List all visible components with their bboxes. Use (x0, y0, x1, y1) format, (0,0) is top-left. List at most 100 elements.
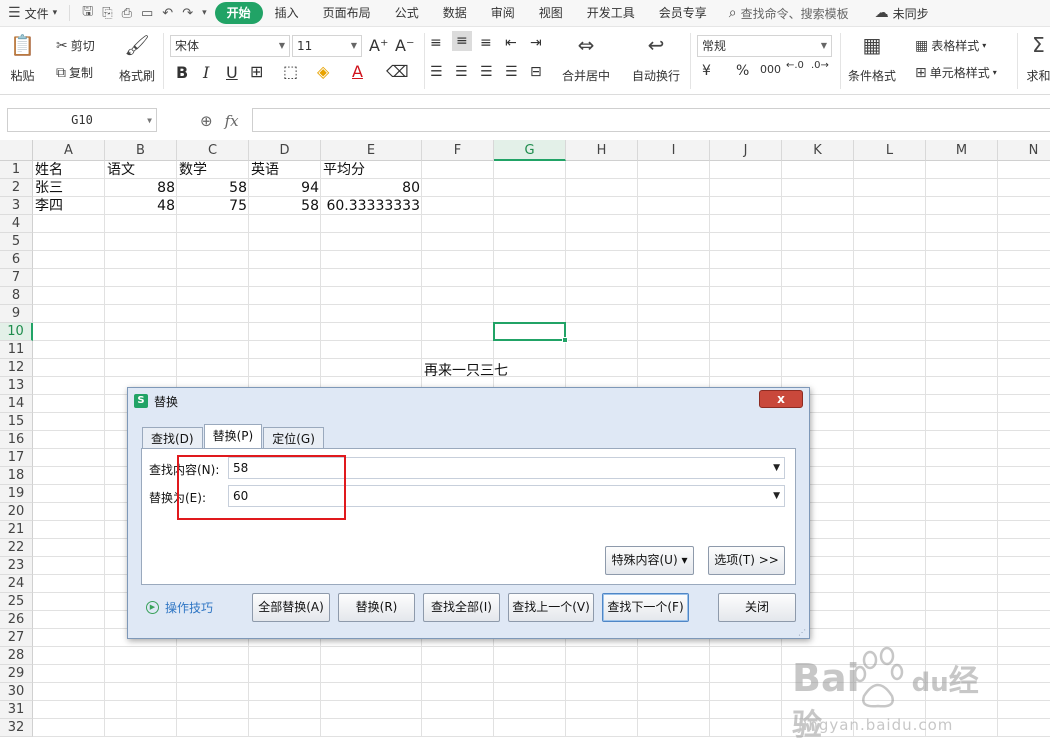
column-header-f[interactable]: F (422, 140, 494, 161)
row-header-2[interactable]: 2 (0, 179, 33, 197)
row-header-7[interactable]: 7 (0, 269, 33, 287)
align-center-icon[interactable]: ☰ (455, 64, 468, 80)
column-header-c[interactable]: C (177, 140, 249, 161)
row-header-24[interactable]: 24 (0, 575, 33, 593)
select-all-corner[interactable] (0, 140, 33, 161)
row-header-8[interactable]: 8 (0, 287, 33, 305)
special-content-button[interactable]: 特殊内容(U) ▾ (605, 546, 694, 575)
redo-icon[interactable]: ↷ (182, 6, 193, 21)
cell-style-button[interactable]: ⊞ 单元格样式 ▾ (915, 64, 997, 81)
column-header-g[interactable]: G (494, 140, 566, 161)
close-button[interactable]: 关闭 (718, 593, 796, 622)
cell-b3[interactable]: 48 (105, 197, 177, 215)
conditional-format-button[interactable]: ▦ 条件格式 (848, 33, 896, 84)
row-header-21[interactable]: 21 (0, 521, 33, 539)
bold-icon[interactable]: B (176, 63, 188, 82)
tab-member[interactable]: 会员专享 (647, 2, 719, 24)
tab-home[interactable]: 开始 (214, 2, 263, 24)
close-icon[interactable]: x (759, 390, 803, 408)
find-next-button[interactable]: 查找下一个(F) (602, 593, 689, 622)
row-header-4[interactable]: 4 (0, 215, 33, 233)
row-header-10[interactable]: 10 (0, 323, 33, 341)
row-header-32[interactable]: 32 (0, 719, 33, 737)
justify-icon[interactable]: ☰ (505, 64, 518, 80)
row-header-22[interactable]: 22 (0, 539, 33, 557)
fill-pattern-icon[interactable]: ⬚ (283, 62, 298, 81)
export-icon[interactable]: ⎘ (102, 6, 112, 21)
column-header-b[interactable]: B (105, 140, 177, 161)
align-top-icon[interactable]: ≡ (430, 35, 442, 51)
decrease-indent-icon[interactable]: ⇤ (505, 35, 517, 51)
find-previous-button[interactable]: 查找上一个(V) (508, 593, 594, 622)
row-header-25[interactable]: 25 (0, 593, 33, 611)
row-header-11[interactable]: 11 (0, 341, 33, 359)
paste-button[interactable]: 📋 粘贴 (10, 33, 35, 84)
customize-chevron-icon[interactable]: ▾ (202, 8, 207, 18)
tab-review[interactable]: 审阅 (479, 2, 527, 24)
tab-insert[interactable]: 插入 (263, 2, 311, 24)
row-header-27[interactable]: 27 (0, 629, 33, 647)
align-bottom-icon[interactable]: ≡ (480, 35, 492, 51)
column-header-i[interactable]: I (638, 140, 710, 161)
increase-indent-icon[interactable]: ⇥ (530, 35, 542, 51)
replace-all-button[interactable]: 全部替换(A) (252, 593, 330, 622)
column-header-m[interactable]: M (926, 140, 998, 161)
row-header-6[interactable]: 6 (0, 251, 33, 269)
command-search[interactable]: ⌕ 查找命令、搜索模板 (729, 5, 849, 22)
wrap-text-button[interactable]: ↩ 自动换行 (632, 33, 680, 84)
column-header-l[interactable]: L (854, 140, 926, 161)
borders-icon[interactable]: ⊞ (250, 62, 263, 81)
column-header-k[interactable]: K (782, 140, 854, 161)
row-header-31[interactable]: 31 (0, 701, 33, 719)
column-header-d[interactable]: D (249, 140, 321, 161)
row-header-17[interactable]: 17 (0, 449, 33, 467)
merge-center-button[interactable]: ⇔ 合并居中 (562, 33, 610, 84)
row-header-3[interactable]: 3 (0, 197, 33, 215)
cut-button[interactable]: ✂ 剪切 (56, 37, 95, 54)
row-header-29[interactable]: 29 (0, 665, 33, 683)
italic-icon[interactable]: I (203, 63, 209, 82)
align-left-icon[interactable]: ☰ (430, 64, 443, 80)
column-header-j[interactable]: J (710, 140, 782, 161)
align-middle-icon[interactable]: ≡ (452, 31, 472, 51)
fill-handle[interactable] (562, 337, 568, 343)
underline-icon[interactable]: U (226, 63, 238, 82)
fx-icon[interactable]: fx (225, 112, 239, 130)
sync-status[interactable]: ☁ 未同步 (875, 5, 929, 22)
row-header-16[interactable]: 16 (0, 431, 33, 449)
cell-d3[interactable]: 58 (249, 197, 321, 215)
percent-icon[interactable]: % (736, 63, 749, 79)
fill-color-icon[interactable]: ◈ (317, 62, 329, 81)
column-header-a[interactable]: A (33, 140, 105, 161)
cell-b2[interactable]: 88 (105, 179, 177, 197)
currency-icon[interactable]: ¥ (702, 63, 711, 79)
thousands-icon[interactable]: 000 (760, 63, 781, 76)
row-header-28[interactable]: 28 (0, 647, 33, 665)
decrease-decimal-icon[interactable]: .0→ (811, 60, 829, 71)
row-header-15[interactable]: 15 (0, 413, 33, 431)
chevron-down-icon[interactable]: ▼ (773, 458, 780, 478)
row-header-1[interactable]: 1 (0, 161, 33, 179)
tab-replace[interactable]: 替换(P) (203, 424, 263, 450)
row-header-20[interactable]: 20 (0, 503, 33, 521)
distribute-icon[interactable]: ⊟ (530, 64, 542, 80)
row-header-19[interactable]: 19 (0, 485, 33, 503)
align-right-icon[interactable]: ☰ (480, 64, 493, 80)
row-header-30[interactable]: 30 (0, 683, 33, 701)
column-header-n[interactable]: N (998, 140, 1050, 161)
tab-formulas[interactable]: 公式 (383, 2, 431, 24)
decrease-font-icon[interactable]: A⁻ (395, 36, 414, 55)
row-header-12[interactable]: 12 (0, 359, 33, 377)
row-header-14[interactable]: 14 (0, 395, 33, 413)
zoom-icon[interactable]: ⊕ (200, 112, 213, 130)
row-header-23[interactable]: 23 (0, 557, 33, 575)
file-menu[interactable]: ☰ 文件 ▾ (0, 5, 65, 22)
font-name-select[interactable]: 宋体 ▼ (170, 35, 290, 57)
dialog-title-bar[interactable]: S 替换 (128, 388, 809, 414)
tips-link[interactable]: ▶ 操作技巧 (146, 599, 213, 616)
sum-button[interactable]: Σ 求和 (1027, 33, 1050, 84)
row-header-26[interactable]: 26 (0, 611, 33, 629)
cell-c3[interactable]: 75 (177, 197, 249, 215)
save-icon[interactable]: 🖫 (82, 2, 93, 24)
row-header-13[interactable]: 13 (0, 377, 33, 395)
